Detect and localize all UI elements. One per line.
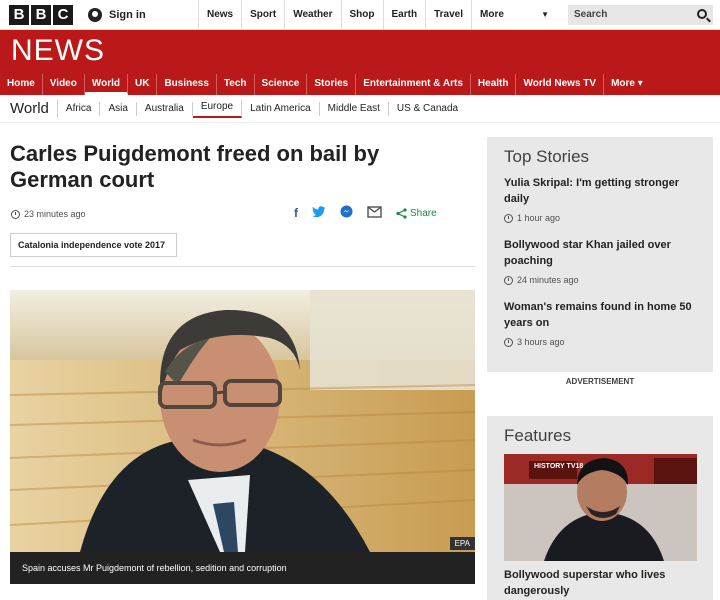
features-panel: Features HISTORY TV18 Bollywood supersta… [487, 416, 713, 600]
article-timestamp: 23 minutes ago [11, 209, 86, 219]
nav-home[interactable]: Home [0, 74, 43, 95]
nav-world-news-tv[interactable]: World News TV [516, 74, 605, 95]
logo-letter: C [53, 5, 73, 25]
topnav-shop[interactable]: Shop [340, 0, 383, 30]
story-item[interactable]: Woman's remains found in home 50 years o… [504, 299, 696, 347]
features-title: Features [504, 426, 572, 445]
sign-in-label: Sign in [109, 9, 146, 21]
image-caption: Spain accuses Mr Puigdemont of rebellion… [10, 552, 475, 584]
logo-letter: B [31, 5, 51, 25]
topnav-more[interactable]: More ▼ [471, 0, 559, 30]
timestamp-text: 23 minutes ago [24, 209, 86, 219]
nav-health[interactable]: Health [471, 74, 517, 95]
portrait-illustration [10, 290, 475, 552]
search-placeholder: Search [574, 9, 608, 20]
facebook-icon[interactable]: f [294, 206, 298, 220]
subnav-middle-east[interactable]: Middle East [320, 101, 389, 116]
news-title[interactable]: NEWS [11, 34, 105, 68]
top-stories-title: Top Stories [504, 147, 590, 166]
top-bar: B B C Sign in News Sport Weather Shop Ea… [0, 0, 720, 30]
story-time-text: 1 hour ago [517, 213, 561, 223]
story-title[interactable]: Woman's remains found in home 50 years o… [504, 299, 696, 331]
topnav-sport[interactable]: Sport [241, 0, 284, 30]
article-headline: Carles Puigdemont freed on bail by Germa… [10, 141, 380, 192]
news-nav: Home Video World UK Business Tech Scienc… [0, 74, 650, 95]
topic-tag[interactable]: Catalonia independence vote 2017 [10, 233, 177, 257]
clock-icon [11, 209, 20, 219]
story-item[interactable]: Yulia Skripal: I'm getting stronger dail… [504, 175, 696, 223]
topnav-news[interactable]: News [198, 0, 241, 30]
email-icon[interactable] [367, 205, 382, 221]
sign-text: HISTORY TV18 [534, 463, 583, 470]
nav-entertainment[interactable]: Entertainment & Arts [356, 74, 471, 95]
story-title[interactable]: Yulia Skripal: I'm getting stronger dail… [504, 175, 696, 207]
article-photo: EPA [10, 290, 475, 552]
subnav-europe[interactable]: Europe [192, 99, 243, 118]
chevron-down-icon: ▼ [541, 10, 549, 19]
share-icon [396, 207, 407, 219]
story-item[interactable]: Bollywood star Khan jailed over poaching… [504, 237, 696, 285]
nav-uk[interactable]: UK [128, 74, 158, 95]
story-time: 3 hours ago [504, 337, 696, 347]
topnav-travel[interactable]: Travel [425, 0, 471, 30]
logo-letter: B [9, 5, 29, 25]
story-time-text: 3 hours ago [517, 337, 565, 347]
nav-tech[interactable]: Tech [217, 74, 255, 95]
story-time-text: 24 minutes ago [517, 275, 579, 285]
clock-icon [504, 213, 513, 223]
clock-icon [504, 337, 513, 347]
nav-business[interactable]: Business [157, 74, 217, 95]
news-header: NEWS Home Video World UK Business Tech S… [0, 30, 720, 95]
share-tools: f Share [294, 205, 437, 221]
subnav-africa[interactable]: Africa [58, 101, 101, 116]
search-input[interactable]: Search [568, 5, 713, 25]
bbc-logo[interactable]: B B C [9, 5, 73, 25]
story-time: 24 minutes ago [504, 275, 696, 285]
top-nav: News Sport Weather Shop Earth Travel Mor… [198, 0, 559, 30]
sign-in-link[interactable]: Sign in [88, 8, 146, 22]
feature-title[interactable]: Bollywood superstar who lives dangerousl… [504, 567, 696, 599]
share-button[interactable]: Share [396, 208, 437, 219]
feature-portrait-illustration: HISTORY TV18 [504, 454, 697, 561]
subnav-latin-america[interactable]: Latin America [242, 101, 320, 116]
topnav-earth[interactable]: Earth [382, 0, 426, 30]
messenger-icon[interactable] [340, 205, 353, 221]
nav-video[interactable]: Video [43, 74, 85, 95]
search-icon[interactable] [697, 9, 707, 19]
more-label: More [480, 9, 504, 20]
subnav-us-canada[interactable]: US & Canada [389, 102, 466, 116]
top-stories-panel: Top Stories Yulia Skripal: I'm getting s… [487, 137, 713, 372]
image-credit: EPA [449, 537, 475, 550]
nav-stories[interactable]: Stories [307, 74, 357, 95]
nav-more[interactable]: More ▾ [604, 74, 650, 95]
feature-image[interactable]: HISTORY TV18 [504, 454, 697, 561]
subnav-asia[interactable]: Asia [100, 101, 137, 116]
share-label: Share [410, 207, 437, 219]
section-nav: World Africa Asia Australia Europe Latin… [0, 95, 720, 123]
subnav-australia[interactable]: Australia [137, 101, 193, 116]
user-icon [88, 8, 102, 22]
story-title[interactable]: Bollywood star Khan jailed over poaching [504, 237, 696, 269]
divider [10, 266, 475, 267]
story-time: 1 hour ago [504, 213, 696, 223]
twitter-icon[interactable] [312, 205, 326, 221]
nav-science[interactable]: Science [255, 74, 308, 95]
topnav-weather[interactable]: Weather [284, 0, 340, 30]
clock-icon [504, 275, 513, 285]
section-title[interactable]: World [0, 99, 58, 118]
nav-world[interactable]: World [84, 74, 128, 95]
advertisement-label: ADVERTISEMENT [565, 377, 635, 386]
